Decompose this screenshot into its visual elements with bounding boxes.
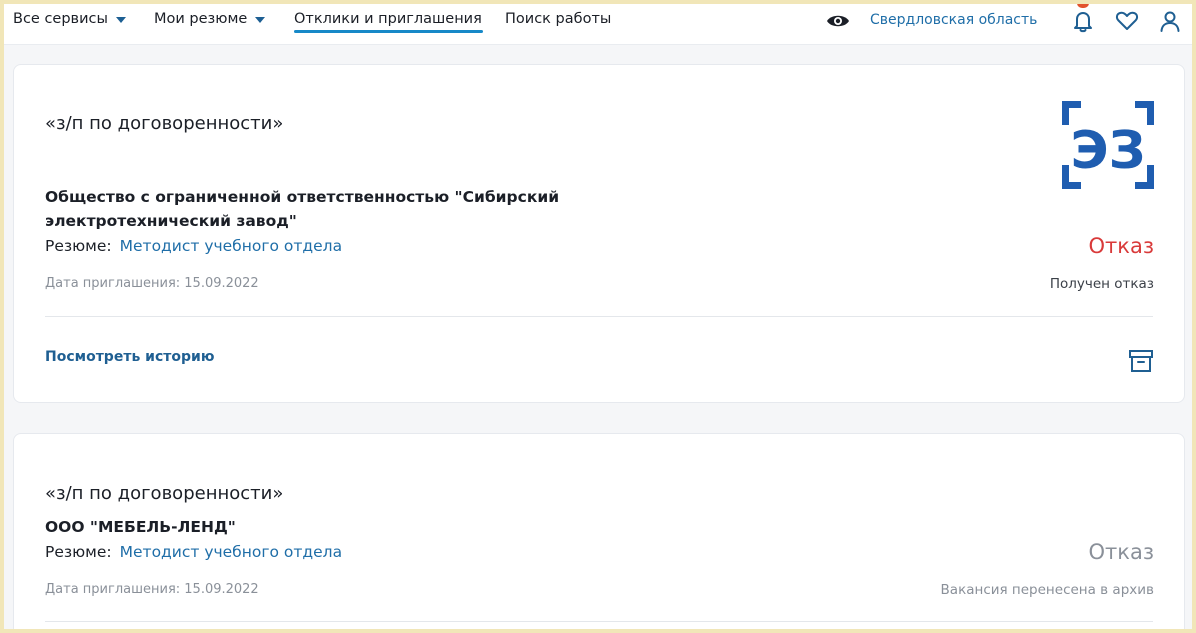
heart-icon[interactable] xyxy=(1114,8,1140,34)
invitation-date: Дата приглашения: 15.09.2022 xyxy=(45,582,259,597)
company-name: ООО "МЕБЕЛЬ-ЛЕНД" xyxy=(45,518,236,536)
view-history-link[interactable]: Посмотреть историю xyxy=(45,349,214,365)
nav-job-search[interactable]: Поиск работы xyxy=(505,11,611,27)
company-logo: ЭЗ xyxy=(1062,101,1154,189)
resume-label: Резюме: xyxy=(45,237,112,255)
invitation-date: Дата приглашения: 15.09.2022 xyxy=(45,276,259,291)
resume-row: Резюме: Методист учебного отдела xyxy=(45,543,342,561)
card-divider xyxy=(45,316,1153,317)
salary-text: «з/п по договоренности» xyxy=(45,113,284,134)
top-navigation: Все сервисы Мои резюме Отклики и приглаш… xyxy=(4,4,1192,45)
nav-job-search-label: Поиск работы xyxy=(505,11,612,27)
status-rejected: Отказ xyxy=(1088,234,1154,258)
resume-link[interactable]: Методист учебного отдела xyxy=(120,543,342,561)
salary-text: «з/п по договоренности» xyxy=(45,483,284,504)
region-selector[interactable]: Свердловская область xyxy=(870,12,1037,28)
card-divider xyxy=(45,621,1153,622)
nav-responses-invitations[interactable]: Отклики и приглашения xyxy=(294,11,482,27)
nav-responses-invitations-label: Отклики и приглашения xyxy=(294,11,482,27)
page-frame: Все сервисы Мои резюме Отклики и приглаш… xyxy=(4,4,1192,629)
user-icon[interactable] xyxy=(1157,8,1183,34)
active-tab-indicator xyxy=(294,30,483,33)
status-note: Получен отказ xyxy=(1049,276,1154,292)
bell-icon[interactable] xyxy=(1070,8,1096,34)
nav-my-resumes[interactable]: Мои резюме xyxy=(154,11,266,27)
chevron-down-icon xyxy=(255,16,266,23)
nav-my-resumes-label: Мои резюме xyxy=(154,11,248,27)
response-card: «з/п по договоренности» ЭЗ Общество с ог… xyxy=(13,64,1185,403)
response-card: «з/п по договоренности» ООО "МЕБЕЛЬ-ЛЕНД… xyxy=(13,433,1185,629)
logo-text: ЭЗ xyxy=(1070,121,1145,181)
resume-label: Резюме: xyxy=(45,543,112,561)
eye-icon[interactable] xyxy=(826,12,850,30)
resume-row: Резюме: Методист учебного отдела xyxy=(45,237,342,255)
resume-link[interactable]: Методист учебного отдела xyxy=(120,237,342,255)
company-name: Общество с ограниченной ответственностью… xyxy=(45,188,560,230)
nav-all-services-label: Все сервисы xyxy=(13,11,108,27)
archive-icon[interactable] xyxy=(1128,349,1154,373)
chevron-down-icon xyxy=(115,16,126,23)
status-rejected: Отказ xyxy=(1088,540,1154,564)
status-note: Вакансия перенесена в архив xyxy=(940,582,1154,598)
nav-all-services[interactable]: Все сервисы xyxy=(13,11,126,27)
